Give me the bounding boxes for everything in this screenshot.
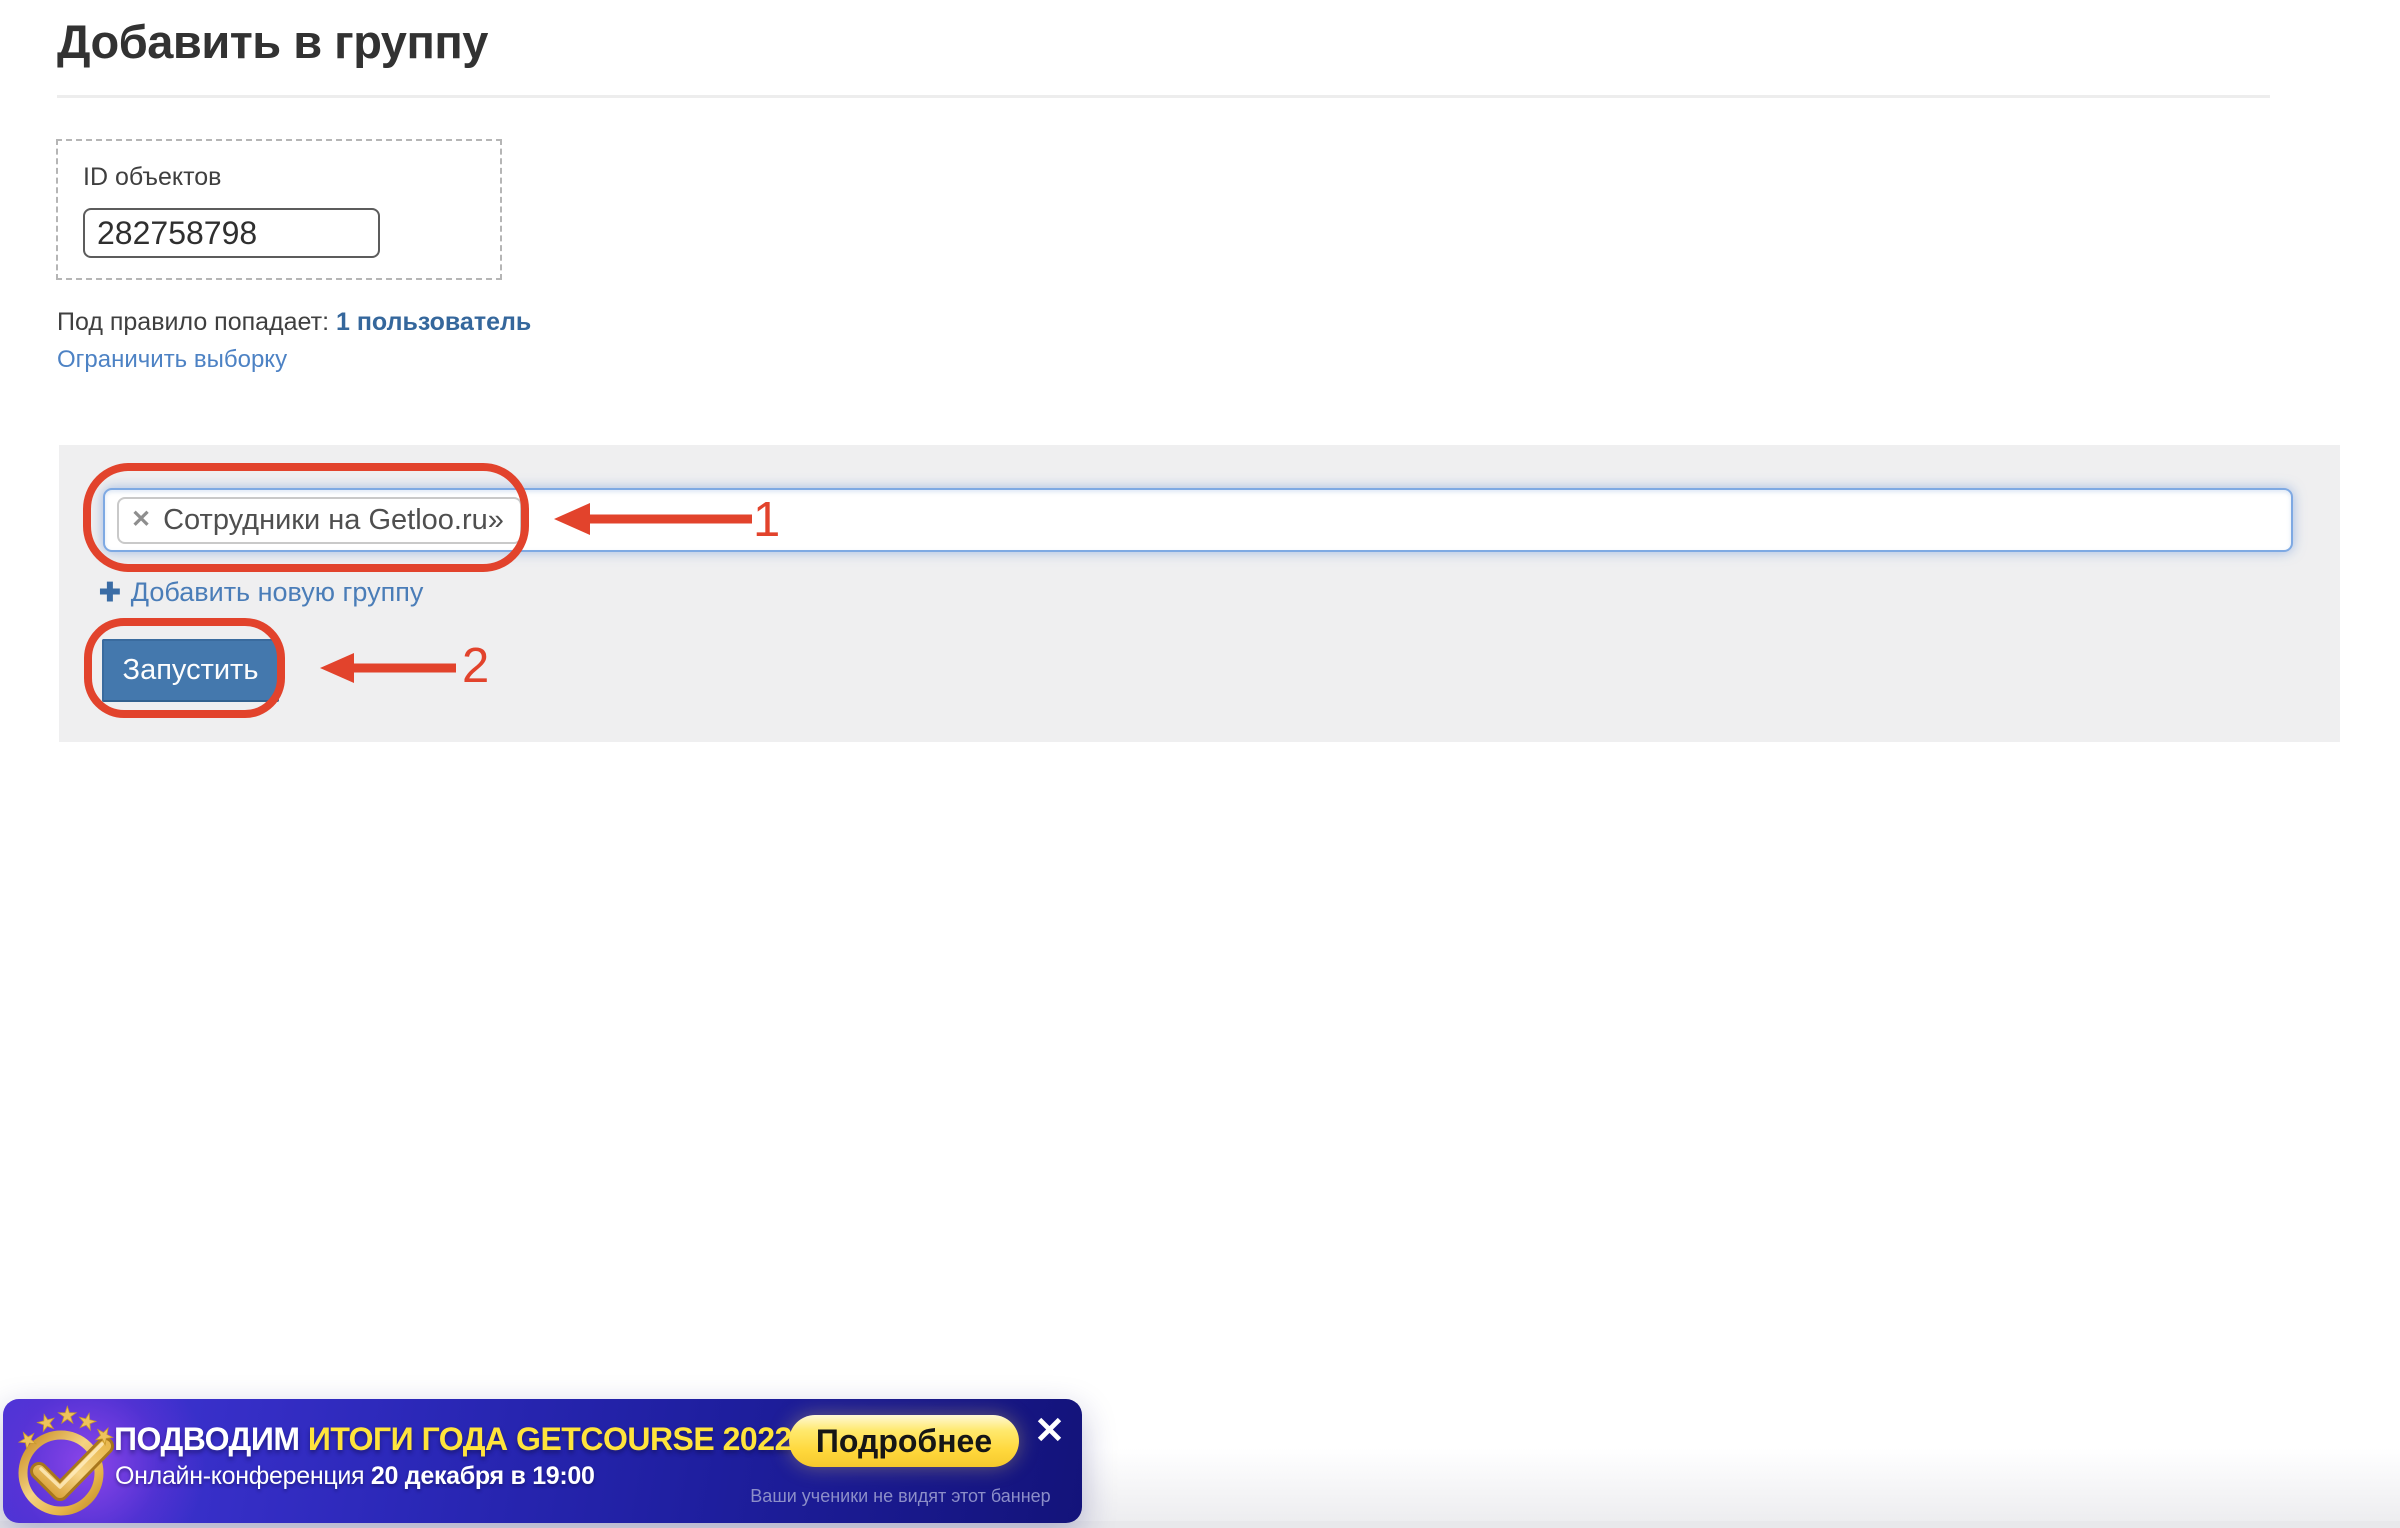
banner-title-white: ПОДВОДИМ bbox=[114, 1421, 308, 1457]
star-icon: ★ bbox=[57, 1403, 78, 1428]
group-tag-chip: ✕ Сотрудники на Getloo.ru» bbox=[117, 496, 522, 544]
banner-title: ПОДВОДИМ ИТОГИ ГОДА GETCOURSE 2022 bbox=[114, 1421, 792, 1458]
banner-subtitle-regular: Онлайн-конференция bbox=[115, 1462, 371, 1490]
getcourse-check-logo-icon: ★ ★ ★ ★ ★ bbox=[12, 1403, 115, 1516]
banner-title-yellow: ИТОГИ ГОДА GETCOURSE 2022 bbox=[307, 1421, 792, 1457]
id-objects-input[interactable] bbox=[83, 208, 380, 258]
group-select-input[interactable]: ✕ Сотрудники на Getloo.ru» bbox=[103, 488, 2293, 552]
add-new-group-link[interactable]: ✚ Добавить новую группу bbox=[99, 577, 423, 608]
page-title: Добавить в группу bbox=[57, 15, 488, 68]
remove-tag-icon[interactable]: ✕ bbox=[131, 508, 151, 532]
id-objects-box: ID объектов bbox=[56, 139, 502, 280]
banner-details-button[interactable]: Подробнее bbox=[789, 1415, 1019, 1467]
group-panel: ✕ Сотрудники на Getloo.ru» ✚ Добавить но… bbox=[59, 445, 2340, 742]
rule-user-count-link[interactable]: 1 пользователь bbox=[336, 308, 531, 336]
rule-summary: Под правило попадает: 1 пользователь bbox=[57, 308, 531, 337]
plus-icon: ✚ bbox=[99, 577, 121, 607]
id-objects-label: ID объектов bbox=[83, 163, 222, 191]
banner-note: Ваши ученики не видят этот баннер bbox=[750, 1486, 1051, 1506]
page: Добавить в группу ID объектов Под правил… bbox=[0, 0, 2400, 1528]
star-icon: ★ bbox=[34, 1408, 60, 1437]
title-divider bbox=[57, 95, 2270, 98]
run-button[interactable]: Запустить bbox=[102, 639, 279, 702]
banner-subtitle-bold: 20 декабря в 19:00 bbox=[370, 1462, 595, 1490]
rule-summary-prefix: Под правило попадает: bbox=[57, 308, 336, 336]
add-new-group-label: Добавить новую группу bbox=[130, 577, 424, 607]
limit-selection-link[interactable]: Ограничить выборку bbox=[57, 346, 287, 374]
group-tag-label: Сотрудники на Getloo.ru» bbox=[163, 503, 504, 536]
close-icon[interactable]: ✕ bbox=[1034, 1412, 1065, 1449]
banner-subtitle: Онлайн-конференция 20 декабря в 19:00 bbox=[115, 1462, 595, 1491]
promo-banner: ★ ★ ★ ★ ★ ПОДВОДИМ ИТОГИ ГОДА GETCOURSE … bbox=[3, 1399, 1082, 1523]
